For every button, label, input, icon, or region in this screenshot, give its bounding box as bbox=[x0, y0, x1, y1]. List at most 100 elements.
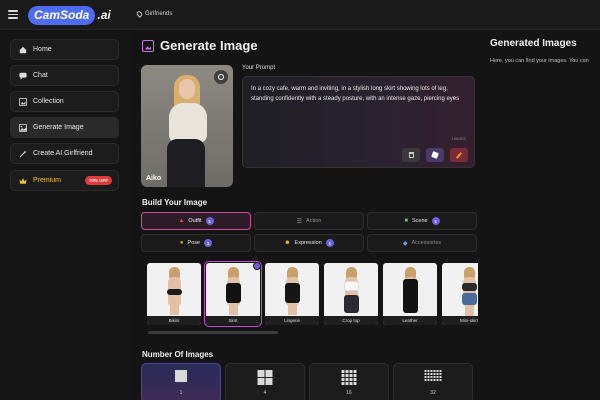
sidebar-item-label: Collection bbox=[33, 98, 64, 105]
carousel-scrollbar[interactable] bbox=[148, 331, 278, 334]
generated-images-panel: Generated Images Here, you can find your… bbox=[485, 30, 600, 400]
trash-icon bbox=[408, 152, 414, 158]
logo[interactable]: CamSoda .ai bbox=[28, 5, 111, 25]
character-card[interactable]: Aiko bbox=[141, 65, 233, 187]
outfit-label: Skirt bbox=[206, 316, 260, 325]
chat-icon bbox=[18, 72, 27, 80]
tab-label: Accessories bbox=[411, 240, 442, 246]
number-of-images-heading: Number Of Images bbox=[142, 350, 214, 359]
home-icon bbox=[18, 46, 27, 54]
page-title: Generate Image bbox=[142, 38, 258, 53]
generate-image-icon bbox=[142, 39, 154, 52]
outfit-label: Mini-skirt bbox=[442, 316, 478, 325]
sidebar-item-generate-image[interactable]: Generate Image bbox=[10, 117, 119, 138]
grid-dense-icon bbox=[424, 370, 442, 381]
discount-badge: 70% OFF bbox=[84, 176, 112, 185]
outfit-label: Lingerie bbox=[265, 316, 319, 325]
pose-icon: ● bbox=[179, 240, 184, 246]
tab-count-badge: 1 bbox=[204, 239, 213, 247]
tab-expression[interactable]: ☻ Expression 1 bbox=[254, 234, 364, 252]
expression-icon: ☻ bbox=[284, 240, 291, 246]
tab-accessories[interactable]: ◆ Accessories bbox=[367, 234, 477, 252]
selected-check-icon bbox=[253, 263, 260, 270]
prompt-label: Your Prompt bbox=[242, 65, 276, 71]
top-bar: CamSoda .ai Girlfriends bbox=[0, 0, 600, 30]
outfit-icon: ▲ bbox=[178, 218, 185, 224]
magic-wand-icon bbox=[455, 151, 463, 159]
enhance-prompt-button[interactable] bbox=[450, 148, 468, 162]
grid-4x4-icon bbox=[341, 370, 357, 385]
tab-count-badge: 1 bbox=[205, 217, 214, 225]
prompt-input[interactable]: In a cozy cafe, warm and inviting, in a … bbox=[242, 76, 475, 168]
dice-icon bbox=[431, 151, 439, 159]
magic-wand-icon bbox=[18, 149, 27, 158]
outfit-option-mini-skirt[interactable]: Mini-skirt bbox=[442, 263, 478, 325]
tab-outfit[interactable]: ▲ Outfit 1 bbox=[141, 212, 251, 230]
generated-images-subtitle: Here, you can find your images. You can bbox=[490, 58, 589, 64]
tab-label: Scene bbox=[412, 218, 428, 224]
action-icon: ☰ bbox=[296, 218, 303, 225]
tab-label: Action bbox=[306, 218, 322, 224]
tab-label: Pose bbox=[187, 240, 201, 246]
location-pin-icon bbox=[135, 10, 144, 18]
tab-count-badge: 1 bbox=[325, 239, 334, 247]
scene-icon: ■ bbox=[404, 218, 408, 224]
sidebar-item-label: Home bbox=[33, 46, 52, 53]
sidebar-item-label: Create AI Girlfriend bbox=[33, 150, 93, 157]
hamburger-menu-icon[interactable] bbox=[8, 10, 18, 19]
location-label: Girlfriends bbox=[145, 11, 173, 17]
logo-suffix: .ai bbox=[97, 8, 111, 22]
tab-label: Expression bbox=[294, 240, 322, 246]
tab-scene[interactable]: ■ Scene 1 bbox=[367, 212, 477, 230]
outfit-label: Bikini bbox=[147, 316, 201, 325]
outfit-label: Crop top bbox=[324, 316, 378, 325]
image-count-option-16[interactable]: 16 bbox=[309, 363, 389, 400]
image-count-label: 32 bbox=[430, 390, 436, 396]
tab-action[interactable]: ☰ Action bbox=[254, 212, 364, 230]
main-content: Generate Image Aiko Your Prompt In a coz… bbox=[130, 30, 485, 400]
image-count-option-1[interactable]: 1 bbox=[141, 363, 221, 400]
switch-character-button[interactable] bbox=[214, 70, 228, 84]
sidebar-item-chat[interactable]: Chat bbox=[10, 65, 119, 86]
sidebar-item-collection[interactable]: Collection bbox=[10, 91, 119, 112]
sidebar-item-premium[interactable]: Premium 70% OFF bbox=[10, 170, 119, 191]
image-icon bbox=[18, 123, 27, 132]
outfit-option-lingerie[interactable]: Lingerie bbox=[265, 263, 319, 325]
logo-text: CamSoda bbox=[28, 5, 96, 25]
image-count-label: 4 bbox=[263, 390, 267, 396]
premium-label: Premium bbox=[33, 177, 62, 184]
sidebar-item-create-ai-girlfriend[interactable]: Create AI Girlfriend bbox=[10, 143, 119, 164]
sidebar: Home Chat Collection Generate Image Crea… bbox=[0, 30, 130, 400]
sidebar-item-label: Chat bbox=[33, 72, 48, 79]
sidebar-item-home[interactable]: Home bbox=[10, 39, 119, 60]
outfit-label: Leather bbox=[383, 316, 437, 325]
location-breadcrumb[interactable]: Girlfriends bbox=[135, 10, 173, 18]
prompt-actions bbox=[402, 148, 468, 162]
image-count-option-4[interactable]: 4 bbox=[225, 363, 305, 400]
build-your-image-heading: Build Your Image bbox=[142, 198, 208, 207]
user-icon bbox=[218, 74, 224, 80]
tab-count-badge: 1 bbox=[431, 217, 440, 225]
outfit-carousel[interactable]: Bikini Skirt Lingerie Crop top Leather M… bbox=[142, 260, 478, 328]
crown-icon bbox=[18, 177, 27, 185]
character-name: Aiko bbox=[146, 175, 162, 182]
square-icon bbox=[175, 370, 187, 382]
collection-icon bbox=[18, 97, 27, 106]
tab-label: Outfit bbox=[188, 218, 202, 224]
outfit-option-crop-top[interactable]: Crop top bbox=[324, 263, 378, 325]
clear-prompt-button[interactable] bbox=[402, 148, 420, 162]
outfit-option-skirt[interactable]: Skirt bbox=[204, 261, 262, 327]
image-count-label: 16 bbox=[346, 390, 352, 396]
randomize-prompt-button[interactable] bbox=[426, 148, 444, 162]
diamond-icon: ◆ bbox=[402, 240, 408, 247]
outfit-option-bikini[interactable]: Bikini bbox=[147, 263, 201, 325]
character-counter: 158/800 bbox=[451, 136, 466, 141]
image-count-label: 1 bbox=[179, 390, 183, 396]
sidebar-item-label: Generate Image bbox=[33, 124, 84, 131]
page-title-text: Generate Image bbox=[160, 38, 258, 53]
prompt-text[interactable]: In a cozy cafe, warm and inviting, in a … bbox=[251, 85, 466, 104]
tab-pose[interactable]: ● Pose 1 bbox=[141, 234, 251, 252]
grid-2x2-icon bbox=[257, 370, 273, 385]
outfit-option-leather[interactable]: Leather bbox=[383, 263, 437, 325]
image-count-option-32[interactable]: 32 bbox=[393, 363, 473, 400]
